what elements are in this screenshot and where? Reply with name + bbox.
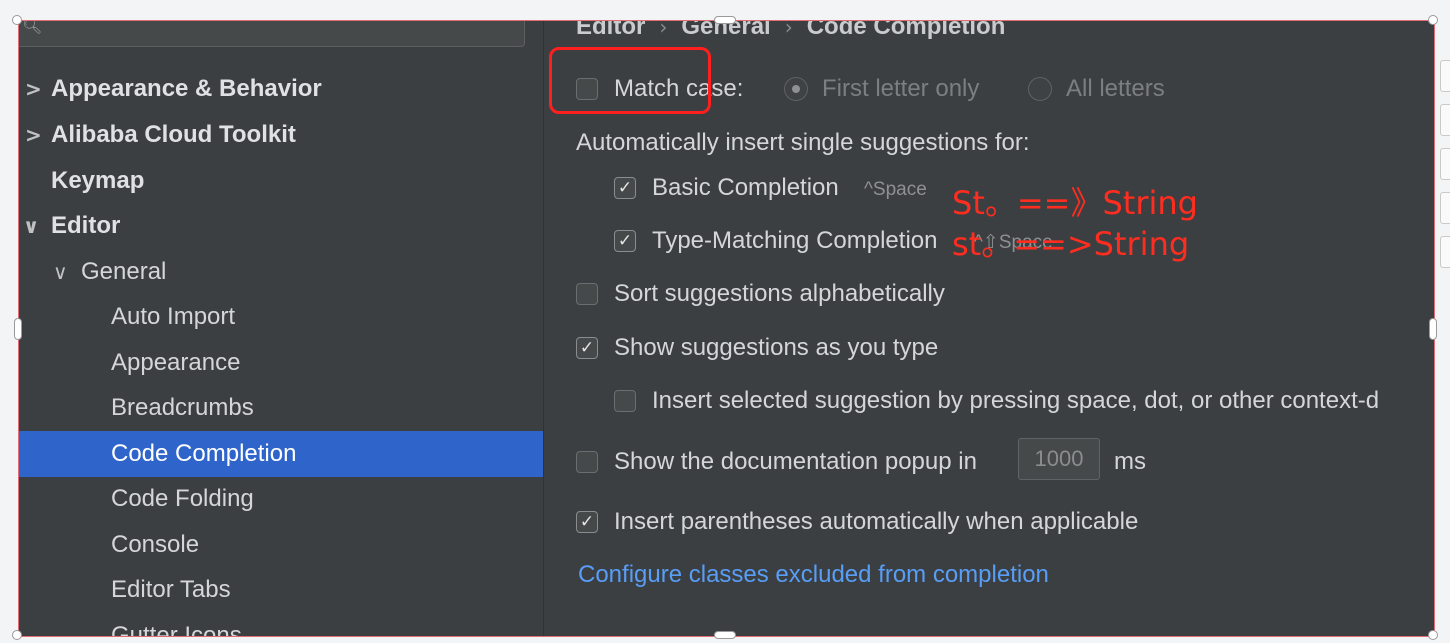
all-letters-radio[interactable] [1028,77,1052,101]
breadcrumb-editor[interactable]: Editor [576,21,645,40]
doc-popup-unit: ms [1114,448,1146,475]
resize-handle-top-right[interactable] [1428,15,1438,25]
sidebar-item-appearance-behavior[interactable]: > Appearance & Behavior [19,66,543,112]
chevron-right-icon: > [25,77,42,101]
basic-completion-checkbox[interactable]: ✓ [614,177,636,199]
sidebar-item-code-completion[interactable]: Code Completion [19,431,543,477]
sidebar-item-label: Appearance [111,349,241,376]
insert-selected-label: Insert selected suggestion by pressing s… [652,387,1380,414]
first-letter-only-radio[interactable] [784,77,808,101]
settings-window: 🔍︎ > Appearance & Behavior > Alibaba Clo… [18,20,1435,637]
sidebar-item-label: Appearance & Behavior [51,75,322,102]
show-as-type-row: ✓ Show suggestions as you type [576,333,1176,363]
sidebar-item-editor-tabs[interactable]: Editor Tabs [19,567,543,613]
sidebar-item-console[interactable]: Console [19,522,543,568]
doc-popup-row: Show the documentation popup in [576,447,1276,477]
all-letters-label: All letters [1066,75,1165,102]
sidebar-item-label: Alibaba Cloud Toolkit [51,121,296,148]
sidebar-item-label: Keymap [51,167,145,194]
insert-parens-row: ✓ Insert parentheses automatically when … [576,507,1276,537]
chevron-down-icon: ∨ [23,214,40,238]
sidebar-item-alibaba-cloud-toolkit[interactable]: > Alibaba Cloud Toolkit [19,112,543,158]
type-matching-label: Type-Matching Completion [652,227,938,254]
toolbar-slot[interactable] [1440,104,1450,136]
settings-sidebar: 🔍︎ > Appearance & Behavior > Alibaba Clo… [19,21,543,636]
sidebar-item-label: Auto Import [111,303,236,330]
sort-alpha-label: Sort suggestions alphabetically [614,280,945,307]
sidebar-item-label: Breadcrumbs [111,394,254,421]
sidebar-item-label: Gutter Icons [111,622,242,637]
sidebar-item-appearance[interactable]: Appearance [19,340,543,386]
annotation-line-1: St。==》String [952,184,1198,222]
resize-handle-top-left[interactable] [12,15,22,25]
resize-handle-right[interactable] [1429,318,1437,340]
resize-handle-bottom-left[interactable] [12,630,22,640]
show-as-type-checkbox[interactable]: ✓ [576,337,598,359]
sidebar-item-auto-import[interactable]: Auto Import [19,294,543,340]
search-icon: 🔍︎ [22,20,43,35]
toolbar-slot[interactable] [1440,192,1450,224]
breadcrumb-separator: › [784,20,793,39]
chevron-down-icon: ∨ [53,260,68,284]
sidebar-item-label: Editor [51,212,121,239]
sort-alpha-checkbox[interactable] [576,283,598,305]
doc-popup-label: Show the documentation popup in [614,448,977,475]
configure-excluded-classes-link[interactable]: Configure classes excluded from completi… [578,561,1049,589]
right-toolbar-strip [1436,60,1450,300]
insert-selected-row: Insert selected suggestion by pressing s… [614,386,1434,416]
toolbar-slot[interactable] [1440,60,1450,92]
toolbar-slot[interactable] [1440,148,1450,180]
sidebar-item-label: Editor Tabs [111,576,231,603]
sidebar-item-code-folding[interactable]: Code Folding [19,476,543,522]
breadcrumb-code-completion: Code Completion [806,20,1006,40]
sort-alpha-row: Sort suggestions alphabetically [576,279,1176,309]
insert-selected-checkbox[interactable] [614,390,636,412]
doc-popup-checkbox[interactable] [576,451,598,473]
breadcrumb-separator: › [659,20,668,39]
red-highlight-box [549,47,711,114]
doc-popup-delay-input[interactable]: 1000 [1018,438,1100,480]
settings-search-input[interactable]: 🔍︎ [19,20,525,47]
show-as-type-label: Show suggestions as you type [614,334,939,361]
insert-parens-label: Insert parentheses automatically when ap… [614,508,1139,535]
annotation-line-2: st。==>String [952,225,1190,263]
chevron-right-icon: > [25,123,42,147]
breadcrumb: Editor › General › Code Completion [576,20,1006,41]
resize-handle-top[interactable] [714,16,736,24]
toolbar-slot[interactable] [1440,236,1450,268]
sidebar-item-breadcrumbs[interactable]: Breadcrumbs [19,385,543,431]
sidebar-item-label: Console [111,531,200,558]
insert-parens-checkbox[interactable]: ✓ [576,511,598,533]
type-matching-checkbox[interactable]: ✓ [614,230,636,252]
sidebar-item-label: General [81,258,167,285]
sidebar-item-editor[interactable]: ∨ Editor [19,203,543,249]
basic-completion-label: Basic Completion [652,174,839,201]
sidebar-item-general[interactable]: ∨ General [19,249,543,295]
sidebar-item-label: Code Folding [111,485,254,512]
resize-handle-bottom[interactable] [714,631,736,639]
auto-insert-heading: Automatically insert single suggestions … [576,129,1030,156]
first-letter-only-label: First letter only [822,75,980,102]
resize-handle-left[interactable] [14,318,22,340]
basic-completion-shortcut: ^Space [864,179,927,200]
resize-handle-bottom-right[interactable] [1428,630,1438,640]
sidebar-item-gutter-icons[interactable]: Gutter Icons [19,613,543,637]
sidebar-item-keymap[interactable]: Keymap [19,158,543,204]
sidebar-item-label: Code Completion [111,440,297,467]
